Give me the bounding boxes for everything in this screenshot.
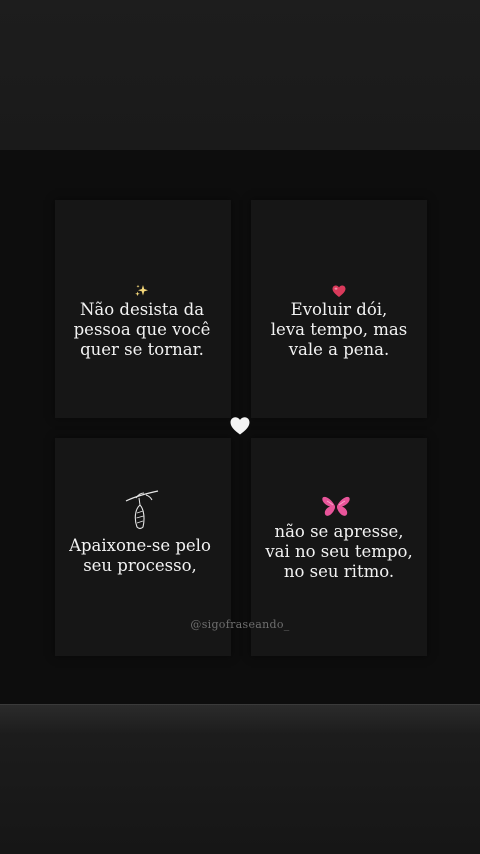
- top-background: [0, 0, 480, 150]
- pink-butterfly-icon: [322, 496, 350, 516]
- bottom-background: [0, 705, 480, 854]
- red-heart-icon: [332, 285, 346, 297]
- white-heart-icon: [230, 417, 250, 435]
- quote-text-2: Evoluir dói, leva tempo, mas vale a pena…: [270, 300, 408, 359]
- quote-text-1: Não desista da pessoa que você quer se t…: [73, 300, 211, 359]
- sparkles-icon: [135, 284, 148, 297]
- quote-text-3: Apaixone-se pelo seu processo,: [69, 536, 211, 575]
- cocoon-branch-icon: [125, 490, 159, 530]
- quote-text-4: não se apresse, vai no seu tempo, no seu…: [265, 522, 413, 581]
- watermark-handle: @sigofraseando_: [190, 618, 290, 631]
